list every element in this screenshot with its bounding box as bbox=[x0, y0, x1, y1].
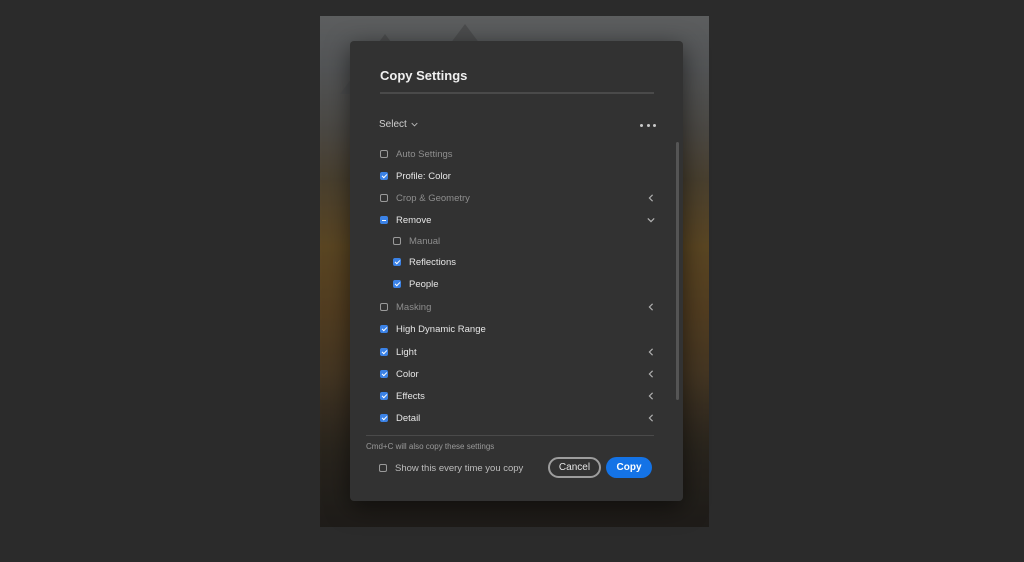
cancel-button[interactable]: Cancel bbox=[548, 457, 601, 478]
copy-settings-dialog: Copy Settings Select Cmd+C will also cop… bbox=[350, 41, 683, 501]
settings-item[interactable]: Detail bbox=[380, 410, 420, 426]
checkbox[interactable] bbox=[393, 237, 401, 245]
settings-item[interactable]: Crop & Geometry bbox=[380, 190, 470, 206]
checkbox[interactable] bbox=[380, 348, 388, 356]
settings-item-label: Light bbox=[396, 346, 417, 358]
settings-item[interactable]: High Dynamic Range bbox=[380, 321, 486, 337]
checkbox[interactable] bbox=[380, 414, 388, 422]
settings-item[interactable]: Light bbox=[380, 344, 417, 360]
chevron-left-icon[interactable] bbox=[647, 414, 655, 422]
checkbox[interactable] bbox=[380, 303, 388, 311]
select-dropdown[interactable]: Select bbox=[379, 119, 418, 130]
settings-item[interactable]: Profile: Color bbox=[380, 168, 451, 184]
select-label: Select bbox=[379, 119, 407, 130]
more-options-icon[interactable] bbox=[640, 121, 656, 129]
settings-item-label: Manual bbox=[409, 235, 441, 247]
checkbox[interactable] bbox=[380, 392, 388, 400]
footer-divider bbox=[366, 435, 654, 436]
settings-item-label: Color bbox=[396, 368, 419, 380]
settings-item-label: Detail bbox=[396, 412, 421, 424]
settings-item-label: Reflections bbox=[409, 256, 456, 268]
settings-item[interactable]: Masking bbox=[380, 299, 431, 315]
settings-item-label: Crop & Geometry bbox=[396, 192, 470, 204]
chevron-left-icon[interactable] bbox=[647, 303, 655, 311]
chevron-left-icon[interactable] bbox=[647, 392, 655, 400]
scrollbar[interactable] bbox=[676, 142, 679, 400]
checkbox[interactable] bbox=[380, 194, 388, 202]
settings-item[interactable]: Auto Settings bbox=[380, 146, 453, 162]
checkbox[interactable] bbox=[393, 280, 401, 288]
show-every-time-label: Show this every time you copy bbox=[395, 462, 524, 474]
settings-item-label: Profile: Color bbox=[396, 170, 451, 182]
checkbox[interactable] bbox=[380, 172, 388, 180]
settings-item-label: People bbox=[409, 278, 439, 290]
checkbox[interactable] bbox=[380, 216, 388, 224]
chevron-left-icon[interactable] bbox=[647, 348, 655, 356]
checkbox[interactable] bbox=[379, 464, 387, 472]
checkbox[interactable] bbox=[380, 325, 388, 333]
settings-item-label: Masking bbox=[396, 301, 432, 313]
show-every-time-checkbox[interactable]: Show this every time you copy bbox=[379, 461, 523, 475]
checkbox[interactable] bbox=[380, 370, 388, 378]
settings-item[interactable]: Effects bbox=[380, 388, 425, 404]
title-divider bbox=[380, 92, 654, 94]
chevron-down-icon bbox=[411, 122, 418, 127]
settings-item[interactable]: People bbox=[393, 276, 439, 292]
settings-item-label: Auto Settings bbox=[396, 148, 453, 160]
chevron-left-icon[interactable] bbox=[647, 194, 655, 202]
checkbox[interactable] bbox=[393, 258, 401, 266]
settings-item[interactable]: Manual bbox=[393, 233, 440, 249]
copy-button[interactable]: Copy bbox=[606, 457, 652, 478]
chevron-down-icon[interactable] bbox=[647, 216, 655, 224]
settings-item-label: Remove bbox=[396, 214, 432, 226]
chevron-left-icon[interactable] bbox=[647, 370, 655, 378]
settings-item-label: High Dynamic Range bbox=[396, 323, 486, 335]
dialog-title: Copy Settings bbox=[380, 68, 468, 83]
shortcut-hint: Cmd+C will also copy these settings bbox=[366, 442, 495, 451]
settings-item[interactable]: Remove bbox=[380, 212, 431, 228]
settings-item[interactable]: Reflections bbox=[393, 254, 456, 270]
checkbox[interactable] bbox=[380, 150, 388, 158]
settings-item-label: Effects bbox=[396, 390, 425, 402]
settings-item[interactable]: Color bbox=[380, 366, 419, 382]
